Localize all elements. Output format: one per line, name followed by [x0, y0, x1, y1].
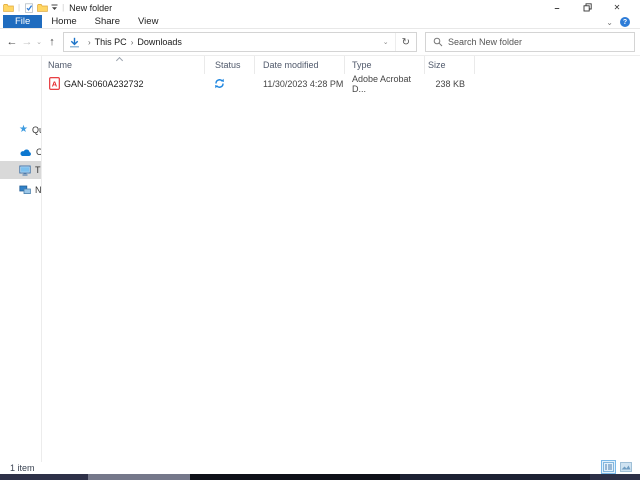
- qat-separator-icon: |: [18, 3, 21, 12]
- content-area: ★ Quick access OneDrive This PC Network: [0, 56, 640, 462]
- column-header-date-modified[interactable]: Date modified: [255, 56, 345, 74]
- sidebar-item-onedrive[interactable]: OneDrive: [0, 143, 42, 161]
- navigation-bar: ← → ⌄ ↑ › This PC › Downloads ⌄ ↻: [0, 29, 640, 56]
- forward-button[interactable]: →: [20, 36, 34, 48]
- star-icon: ★: [19, 124, 28, 135]
- search-box: [425, 32, 635, 52]
- tab-file[interactable]: File: [3, 15, 43, 28]
- address-bar[interactable]: › This PC › Downloads ⌄ ↻: [63, 32, 417, 52]
- sort-ascending-icon: [115, 56, 124, 65]
- svg-text:A: A: [52, 80, 58, 89]
- column-header-label: Size: [428, 60, 446, 70]
- title-bar: | | New folder – ✕: [0, 0, 640, 15]
- file-date-cell: 11/30/2023 4:28 PM: [263, 78, 344, 89]
- window-folder-icon: [3, 3, 14, 12]
- file-name-cell: A GAN-S060A232732: [44, 75, 205, 92]
- recent-locations-chevron-icon[interactable]: ⌄: [34, 38, 44, 46]
- file-status-cell: [205, 75, 255, 92]
- breadcrumb-downloads[interactable]: Downloads: [137, 37, 182, 47]
- properties-button[interactable]: [24, 2, 34, 13]
- pane-divider[interactable]: [41, 56, 42, 462]
- this-pc-monitor-icon: [19, 165, 31, 176]
- refresh-button[interactable]: ↻: [394, 33, 416, 51]
- column-header-label: Type: [352, 60, 372, 70]
- tab-view[interactable]: View: [129, 15, 167, 28]
- taskbar-sliver: [0, 474, 640, 480]
- file-size-cell: 238 KB: [435, 78, 465, 89]
- close-button[interactable]: ✕: [602, 0, 632, 15]
- quick-access-toolbar: | |: [0, 2, 65, 13]
- search-icon: [433, 37, 443, 47]
- view-toggles: [601, 460, 633, 474]
- minimize-button[interactable]: –: [542, 0, 572, 15]
- network-icon: [19, 185, 31, 195]
- column-header-name[interactable]: Name: [44, 56, 205, 74]
- column-header-label: Name: [48, 60, 73, 70]
- column-header-row: Name Status Date modified Type Size: [44, 56, 475, 74]
- restore-button[interactable]: [572, 0, 602, 15]
- details-view-button[interactable]: [601, 460, 616, 474]
- explorer-window: | | New folder – ✕ File Home Share View: [0, 0, 640, 480]
- tab-share[interactable]: Share: [86, 15, 129, 28]
- help-button[interactable]: ?: [620, 17, 630, 27]
- thumbnail-view-button[interactable]: [618, 460, 633, 474]
- search-input[interactable]: [448, 37, 634, 47]
- expand-ribbon-chevron-icon[interactable]: ⌄: [606, 18, 613, 27]
- column-header-label: Date modified: [263, 60, 319, 70]
- breadcrumb-separator-icon: ›: [88, 37, 91, 47]
- address-dropdown-chevron-icon[interactable]: ⌄: [377, 38, 395, 46]
- pdf-icon: A: [49, 77, 60, 90]
- window-controls: – ✕: [542, 0, 632, 15]
- ribbon-tab-row: File Home Share View ⌄ ?: [0, 15, 640, 29]
- navigation-pane: ★ Quick access OneDrive This PC Network: [0, 56, 42, 462]
- item-count: 1 item: [10, 463, 35, 473]
- breadcrumb-this-pc[interactable]: This PC: [95, 37, 127, 47]
- breadcrumb-separator-icon: ›: [130, 37, 134, 47]
- qat-separator-icon: |: [62, 3, 65, 12]
- back-button[interactable]: ←: [4, 36, 20, 48]
- window-title: New folder: [69, 2, 113, 13]
- up-button[interactable]: ↑: [44, 36, 60, 48]
- customize-qat-chevron-button[interactable]: [51, 4, 58, 11]
- file-row[interactable]: A GAN-S060A232732 11/30/2023 4:28 PM Ado…: [44, 73, 475, 94]
- onedrive-cloud-icon: [19, 148, 32, 157]
- column-header-size[interactable]: Size: [425, 56, 475, 74]
- file-type-cell: Adobe Acrobat D...: [352, 73, 412, 94]
- column-header-status[interactable]: Status: [205, 56, 255, 74]
- downloads-icon: [69, 37, 80, 48]
- sidebar-item-quick-access[interactable]: ★ Quick access: [0, 121, 42, 139]
- sidebar-item-this-pc[interactable]: This PC: [0, 161, 42, 179]
- column-header-label: Status: [215, 60, 241, 70]
- sidebar-item-network[interactable]: Network: [0, 181, 42, 199]
- file-name: GAN-S060A232732: [64, 78, 144, 89]
- status-bar: 1 item: [0, 460, 640, 474]
- new-folder-button[interactable]: [37, 3, 48, 12]
- tab-home[interactable]: Home: [42, 15, 85, 28]
- sync-pending-icon: [214, 78, 225, 89]
- column-header-type[interactable]: Type: [345, 56, 425, 74]
